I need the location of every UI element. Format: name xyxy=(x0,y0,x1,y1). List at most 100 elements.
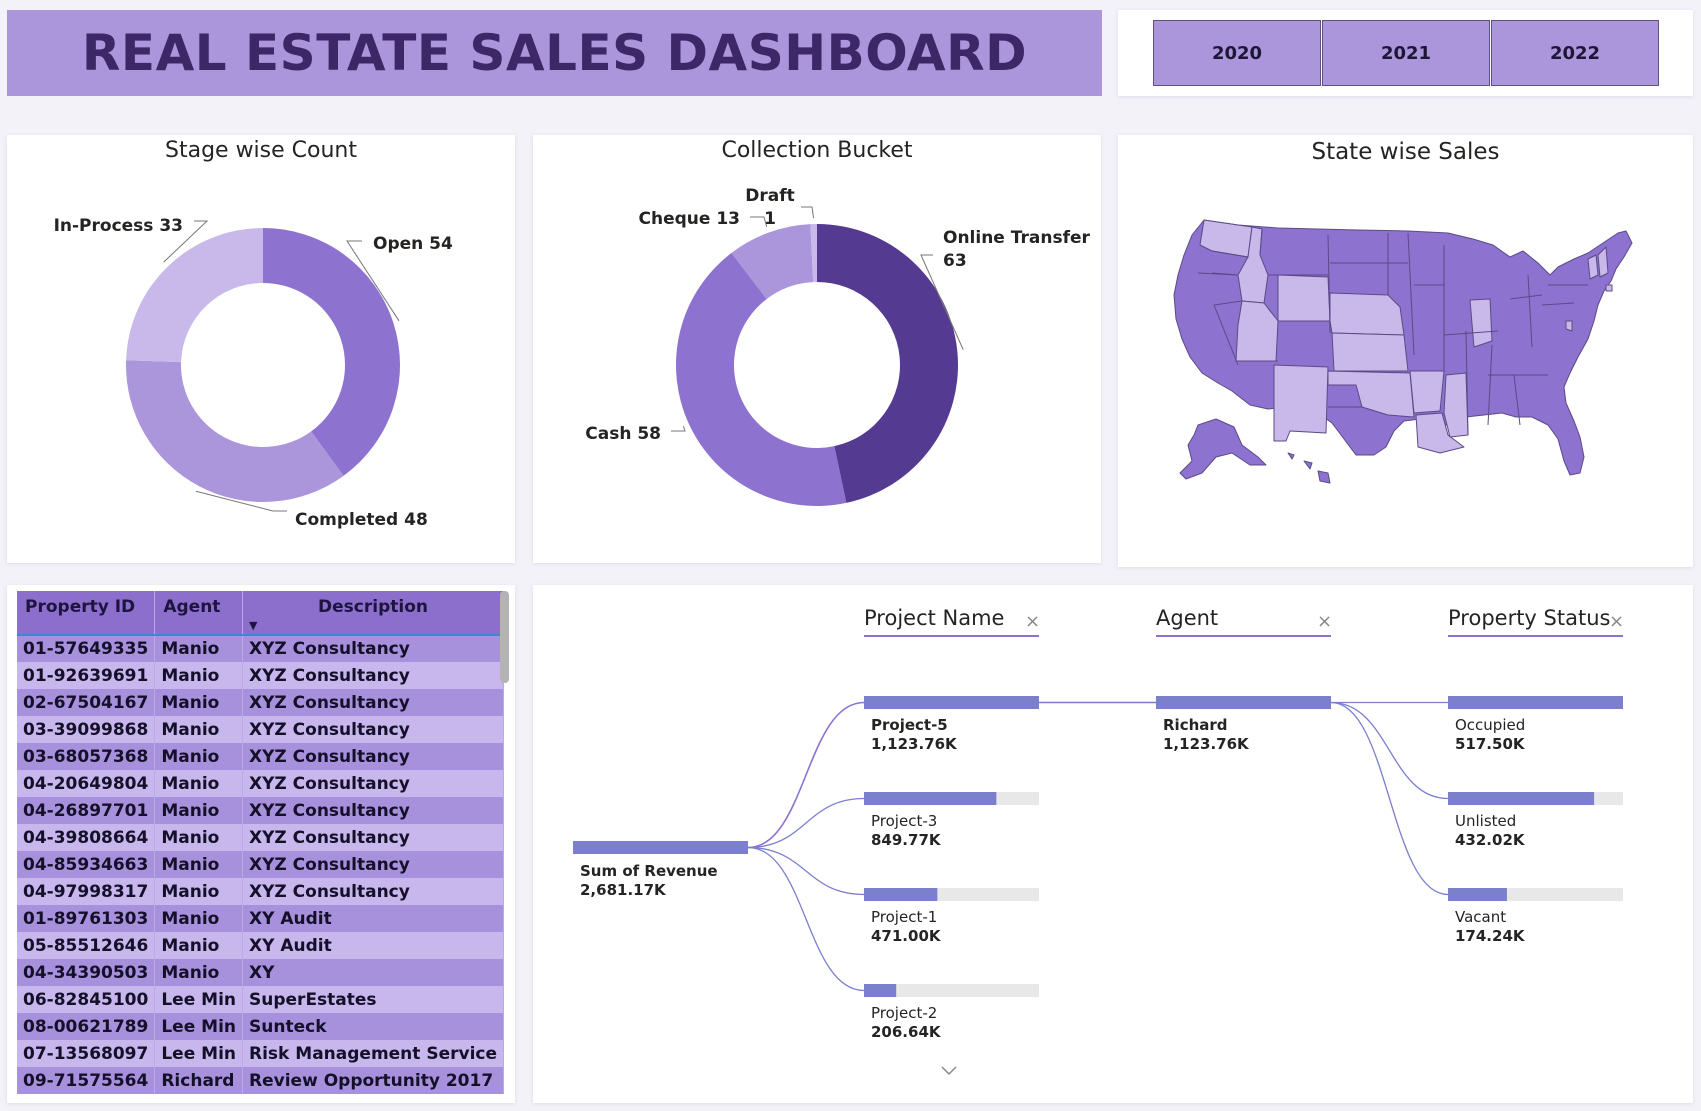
stage-slice-completed[interactable] xyxy=(125,360,344,502)
tree-status-value-vacant: 174.24K xyxy=(1455,927,1526,945)
property-table: Property ID Agent Description ▼ 01-57649… xyxy=(17,591,505,1094)
tree-link-agent-vacant xyxy=(1330,701,1449,896)
tree-root-bar[interactable] xyxy=(573,841,748,854)
map-state-delaware xyxy=(1565,320,1573,332)
map-state-mississippi xyxy=(1443,372,1469,438)
column-header-description[interactable]: Description ▼ xyxy=(242,591,505,636)
tree-project-bar-project-5[interactable] xyxy=(864,696,1039,709)
property-table-card: Property ID Agent Description ▼ 01-57649… xyxy=(7,585,515,1103)
property-id-cell: 04-39808664 xyxy=(17,824,156,851)
property-id-cell: 02-67504167 xyxy=(17,689,156,716)
agent-cell: Manio xyxy=(154,959,244,986)
column-header-agent[interactable]: Agent xyxy=(154,591,244,636)
table-row[interactable]: 02-67504167 Manio XYZ Consultancy xyxy=(17,689,505,716)
collection-bucket-card: Collection Bucket Online Transfer 63 Cash … xyxy=(533,135,1101,563)
agent-cell: Manio xyxy=(154,797,244,824)
agent-cell: Manio xyxy=(154,905,244,932)
description-cell: Sunteck xyxy=(242,1013,505,1040)
table-row[interactable]: 04-97998317 Manio XYZ Consultancy xyxy=(17,878,505,905)
table-scrollbar[interactable] xyxy=(499,591,509,1091)
table-row[interactable]: 04-85934663 Manio XYZ Consultancy xyxy=(17,851,505,878)
table-row[interactable]: 04-20649804 Manio XYZ Consultancy xyxy=(17,770,505,797)
description-cell: XY Audit xyxy=(242,905,505,932)
map-state-hawaii xyxy=(1287,452,1331,484)
tree-status-bar-unlisted[interactable] xyxy=(1448,792,1595,805)
table-row[interactable]: 09-71575564 Richard Review Opportunity 201… xyxy=(17,1067,505,1094)
agent-cell: Manio xyxy=(154,851,244,878)
tree-project-bar-project-2[interactable] xyxy=(864,984,897,997)
description-cell: XYZ Consultancy xyxy=(242,635,505,662)
year-button-2022[interactable]: 2022 xyxy=(1491,20,1659,86)
stage-slice-open[interactable] xyxy=(263,228,400,476)
tree-link-root-project-2 xyxy=(747,846,865,992)
tree-expand-chevron-icon[interactable] xyxy=(941,1066,957,1076)
stage-data-label-in-process: In-Process 33 xyxy=(54,216,183,236)
table-row[interactable]: 05-85512646 Manio XY Audit xyxy=(17,932,505,959)
page-title: REAL ESTATE SALES DASHBOARD xyxy=(81,24,1028,82)
tree-remove-level-icon[interactable]: × xyxy=(1025,611,1040,632)
tree-level-header-property-status[interactable]: Property Status xyxy=(1448,606,1610,630)
tree-status-value-unlisted: 432.02K xyxy=(1455,831,1526,849)
tree-project-bar-project-3[interactable] xyxy=(864,792,997,805)
agent-cell: Manio xyxy=(154,878,244,905)
table-row[interactable]: 06-82845100 Lee Min SuperEstates xyxy=(17,986,505,1013)
tree-status-label-unlisted: Unlisted xyxy=(1455,812,1516,830)
table-row[interactable]: 04-34390503 Manio XY xyxy=(17,959,505,986)
stage-wise-count-card: Stage wise Count Open 54 Completed 48 In-P… xyxy=(7,135,515,563)
table-row[interactable]: 01-92639691 Manio XYZ Consultancy xyxy=(17,662,505,689)
property-id-cell: 06-82845100 xyxy=(17,986,156,1013)
property-id-cell: 03-68057368 xyxy=(17,743,156,770)
table-row[interactable]: 07-13568097 Lee Min Risk Management Servic… xyxy=(17,1040,505,1067)
tree-project-label-project-2: Project-2 xyxy=(871,1004,937,1022)
table-row[interactable]: 01-89761303 Manio XY Audit xyxy=(17,905,505,932)
tree-remove-level-icon[interactable]: × xyxy=(1609,611,1624,632)
map-state-wyoming xyxy=(1277,274,1331,322)
collect-leader-line-draft xyxy=(801,206,815,219)
description-cell: XYZ Consultancy xyxy=(242,797,505,824)
property-id-cell: 04-85934663 xyxy=(17,851,156,878)
property-id-cell: 08-00621789 xyxy=(17,1013,156,1040)
tree-level-header-agent[interactable]: Agent xyxy=(1156,606,1218,630)
description-cell: XYZ Consultancy xyxy=(242,851,505,878)
table-row[interactable]: 03-68057368 Manio XYZ Consultancy xyxy=(17,743,505,770)
agent-cell: Lee Min xyxy=(154,986,244,1013)
description-cell: SuperEstates xyxy=(242,986,505,1013)
tree-link-root-project-1 xyxy=(747,846,865,896)
map-state-kansas xyxy=(1331,332,1409,372)
description-cell: Risk Management Service xyxy=(242,1040,505,1067)
table-header-row: Property ID Agent Description ▼ xyxy=(17,591,505,636)
table-scrollbar-thumb[interactable] xyxy=(500,591,509,683)
year-button-2020[interactable]: 2020 xyxy=(1153,20,1321,86)
decomposition-tree-card: Project Name × Agent × Property Status × Sum o… xyxy=(533,585,1693,1103)
tree-agent-bar-richard[interactable] xyxy=(1156,696,1331,709)
tree-project-bar-project-1[interactable] xyxy=(864,888,938,901)
stage-slice-in-process[interactable] xyxy=(126,228,263,363)
year-button-2021[interactable]: 2021 xyxy=(1322,20,1490,86)
tree-remove-level-icon[interactable]: × xyxy=(1317,611,1332,632)
tree-project-value-project-2: 206.64K xyxy=(871,1023,942,1041)
year-slicer: 2020 2021 2022 xyxy=(1118,10,1693,96)
property-id-cell: 04-20649804 xyxy=(17,770,156,797)
tree-status-bar-vacant[interactable] xyxy=(1448,888,1507,901)
tree-root-value: 2,681.17K xyxy=(580,881,667,899)
table-row[interactable]: 04-26897701 Manio XYZ Consultancy xyxy=(17,797,505,824)
collect-slice-online-transfer[interactable] xyxy=(817,224,958,503)
map-state-new-mexico xyxy=(1273,364,1329,442)
agent-cell: Manio xyxy=(154,743,244,770)
description-cell: XYZ Consultancy xyxy=(242,743,505,770)
tree-level-header-project-name[interactable]: Project Name xyxy=(864,606,1004,630)
column-header-property-id[interactable]: Property ID xyxy=(17,591,156,636)
table-row[interactable]: 04-39808664 Manio XYZ Consultancy xyxy=(17,824,505,851)
map-state-vermont xyxy=(1587,254,1599,280)
property-id-cell: 01-92639691 xyxy=(17,662,156,689)
tree-status-bar-occupied[interactable] xyxy=(1448,696,1623,709)
description-cell: Review Opportunity 2017 xyxy=(242,1067,505,1094)
agent-cell: Manio xyxy=(154,689,244,716)
agent-cell: Lee Min xyxy=(154,1013,244,1040)
property-id-cell: 04-26897701 xyxy=(17,797,156,824)
us-state-map[interactable] xyxy=(1118,135,1693,567)
table-row[interactable]: 08-00621789 Lee Min Sunteck xyxy=(17,1013,505,1040)
table-row[interactable]: 03-39099868 Manio XYZ Consultancy xyxy=(17,716,505,743)
map-state-arkansas xyxy=(1409,370,1445,414)
table-row[interactable]: 01-57649335 Manio XYZ Consultancy xyxy=(17,635,505,662)
